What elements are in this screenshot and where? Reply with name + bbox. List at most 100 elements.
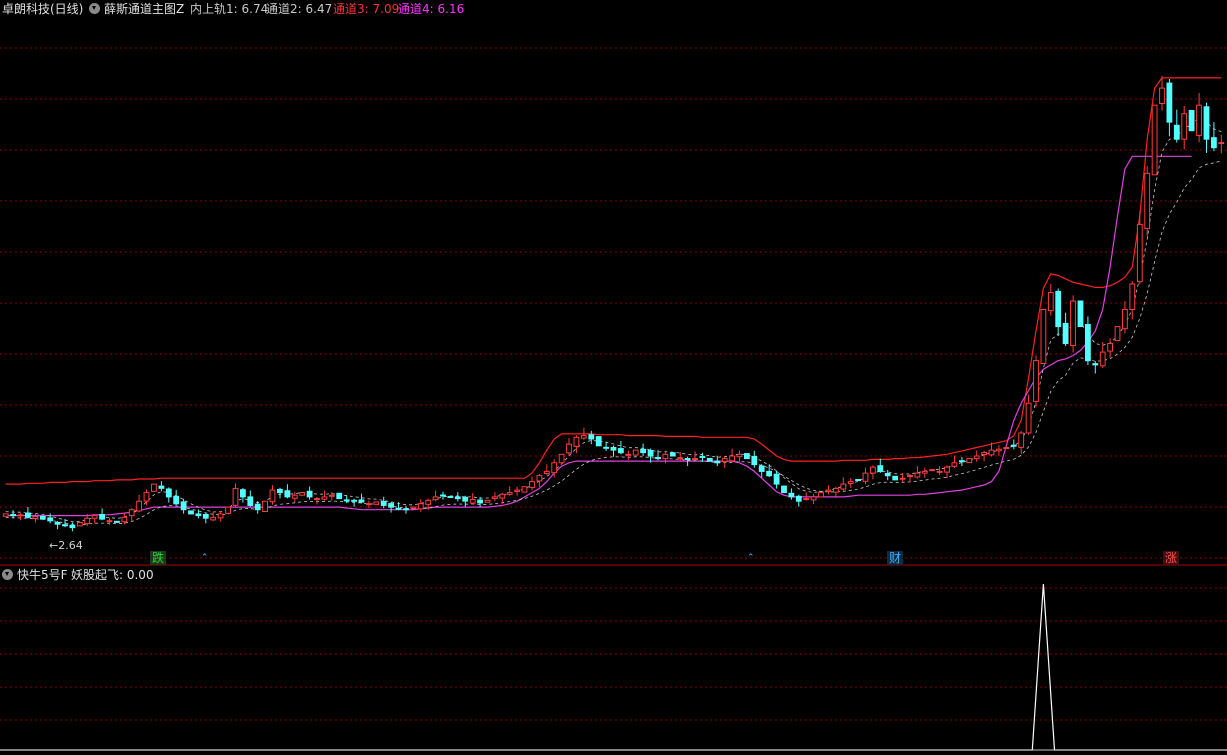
candle[interactable]	[825, 485, 832, 495]
candle[interactable]	[1033, 355, 1039, 408]
candle[interactable]	[736, 450, 743, 462]
candle[interactable]	[158, 481, 165, 492]
candle[interactable]	[17, 513, 24, 521]
candle[interactable]	[744, 453, 750, 460]
candle[interactable]	[410, 506, 417, 509]
candle[interactable]	[618, 441, 624, 455]
candle[interactable]	[610, 445, 617, 457]
candle[interactable]	[1196, 93, 1202, 143]
candle[interactable]	[351, 498, 358, 507]
candle[interactable]	[1151, 104, 1158, 176]
candle[interactable]	[699, 452, 706, 462]
candle[interactable]	[432, 490, 439, 502]
candle[interactable]	[1040, 309, 1047, 364]
candle[interactable]	[677, 452, 684, 462]
candle[interactable]	[1144, 166, 1151, 238]
candle[interactable]	[1047, 283, 1054, 316]
candle[interactable]	[195, 509, 202, 519]
candle[interactable]	[188, 510, 194, 515]
signal-marker-die[interactable]: 跌	[150, 551, 167, 565]
candle[interactable]	[810, 493, 817, 505]
candle[interactable]	[395, 502, 402, 511]
candle[interactable]	[625, 450, 632, 460]
candle[interactable]	[595, 436, 602, 447]
candle[interactable]	[225, 506, 231, 514]
candle[interactable]	[462, 495, 469, 507]
candle[interactable]	[558, 453, 565, 464]
lower-indicator-name[interactable]: 快牛5号F	[17, 568, 68, 582]
candle[interactable]	[440, 491, 446, 500]
candle[interactable]	[210, 511, 217, 522]
candle[interactable]	[306, 486, 313, 500]
candle[interactable]	[180, 498, 187, 514]
candle[interactable]	[996, 445, 1002, 456]
candle[interactable]	[469, 493, 476, 505]
candle[interactable]	[514, 486, 521, 496]
candle[interactable]	[321, 490, 328, 501]
candle[interactable]	[1136, 211, 1143, 285]
candle[interactable]	[1055, 288, 1062, 337]
dropdown-icon[interactable]	[2, 569, 13, 580]
candle[interactable]	[751, 450, 758, 468]
candle[interactable]	[10, 510, 16, 519]
candle[interactable]	[529, 476, 535, 491]
candle[interactable]	[1010, 439, 1017, 450]
candle[interactable]	[2, 513, 9, 517]
candle[interactable]	[1092, 361, 1099, 374]
candle[interactable]	[588, 430, 595, 445]
candle[interactable]	[277, 487, 283, 499]
candle[interactable]	[758, 464, 765, 478]
candle[interactable]	[388, 502, 395, 513]
candle[interactable]	[32, 513, 39, 523]
candle[interactable]	[136, 494, 142, 513]
candle[interactable]	[76, 522, 83, 527]
candle[interactable]	[380, 496, 387, 509]
candle[interactable]	[39, 516, 46, 520]
candle[interactable]	[217, 511, 224, 522]
candle[interactable]	[151, 483, 157, 492]
candle[interactable]	[128, 508, 135, 521]
candle[interactable]	[202, 513, 209, 524]
candle[interactable]	[1181, 105, 1188, 150]
candle[interactable]	[973, 450, 980, 462]
candle[interactable]	[566, 438, 572, 457]
candle[interactable]	[373, 501, 380, 505]
candle[interactable]	[1003, 447, 1010, 449]
candle[interactable]	[921, 467, 928, 478]
candle[interactable]	[773, 470, 780, 489]
signal-marker-cai[interactable]: 财	[887, 551, 904, 565]
candle[interactable]	[706, 457, 713, 462]
candlestick-chart[interactable]	[0, 0, 1227, 755]
candle[interactable]	[959, 457, 965, 466]
candle[interactable]	[795, 494, 802, 507]
candle[interactable]	[506, 486, 513, 496]
candle[interactable]	[640, 443, 647, 456]
candle[interactable]	[403, 505, 409, 514]
candle[interactable]	[870, 465, 876, 480]
candle[interactable]	[1062, 312, 1069, 346]
candle[interactable]	[1107, 338, 1113, 358]
candle[interactable]	[232, 483, 239, 508]
candle[interactable]	[543, 464, 550, 476]
candle[interactable]	[966, 458, 973, 464]
candle[interactable]	[847, 478, 854, 488]
candle[interactable]	[862, 467, 869, 485]
candle[interactable]	[358, 493, 365, 504]
candle[interactable]	[284, 484, 291, 499]
candle[interactable]	[788, 488, 795, 500]
candle[interactable]	[447, 496, 454, 498]
candle[interactable]	[262, 500, 269, 513]
candle[interactable]	[1114, 326, 1121, 342]
candle[interactable]	[1122, 301, 1128, 334]
candle[interactable]	[1203, 102, 1210, 153]
candle[interactable]	[247, 490, 254, 507]
candle[interactable]	[1211, 122, 1217, 152]
candle[interactable]	[299, 492, 306, 496]
signal-marker-zhang[interactable]: 涨	[1163, 551, 1180, 565]
dropdown-icon[interactable]	[89, 3, 100, 14]
candle[interactable]	[951, 455, 958, 468]
candle[interactable]	[454, 492, 461, 502]
stock-name[interactable]: 卓朗科技	[2, 2, 50, 16]
candle[interactable]	[1166, 79, 1173, 137]
candle[interactable]	[536, 473, 543, 487]
